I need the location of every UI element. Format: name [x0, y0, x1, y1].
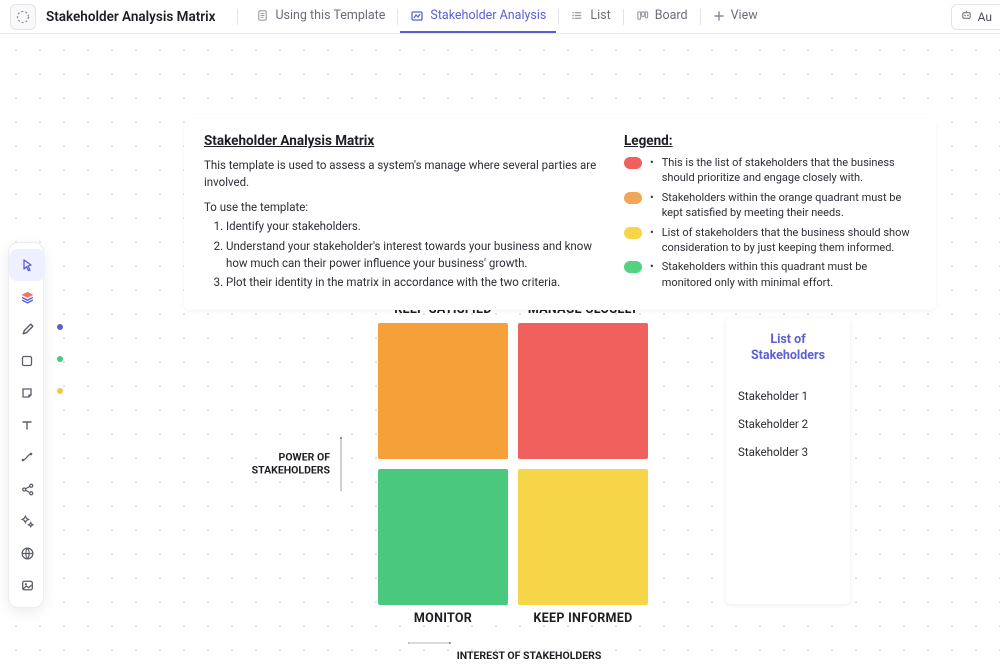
divider: [397, 9, 398, 25]
pen-tool[interactable]: [9, 313, 45, 345]
page-title: Stakeholder Analysis Matrix: [46, 9, 215, 25]
app-menu-icon: [16, 10, 30, 24]
legend-swatch-orange: [624, 192, 642, 204]
stakeholder-item[interactable]: Stakeholder 3: [734, 445, 842, 459]
layers-tool[interactable]: [9, 281, 45, 313]
info-step: Plot their identity in the matrix in acc…: [226, 274, 608, 291]
use-heading: To use the template:: [204, 200, 608, 214]
bullet-icon: •: [650, 260, 654, 273]
legend-row: • List of stakeholders that the business…: [624, 225, 916, 256]
whiteboard-icon: [410, 9, 424, 23]
shape-tool[interactable]: [9, 345, 45, 377]
board-icon: [636, 9, 649, 22]
automation-label: Au: [978, 10, 992, 24]
tab-label: Using this Template: [275, 8, 385, 23]
legend-row: • Stakeholders within this quadrant must…: [624, 259, 916, 290]
legend-title: Legend:: [624, 133, 916, 149]
cursor-tool[interactable]: [9, 249, 45, 281]
legend-swatch-green: [624, 261, 642, 273]
x-axis-label: INTEREST OF STAKEHOLDERS: [378, 650, 680, 663]
matrix-body: POWER OF STAKEHOLDERS: [300, 323, 680, 605]
bullet-icon: •: [650, 191, 654, 204]
robot-icon: [960, 9, 973, 25]
branch-tool[interactable]: [9, 473, 45, 505]
info-card-left: Stakeholder Analysis Matrix This templat…: [204, 133, 624, 294]
pen-color-indicator: [57, 324, 63, 330]
info-card-title: Stakeholder Analysis Matrix: [204, 133, 608, 149]
view-tabs: Using this Template Stakeholder Analysis…: [246, 0, 767, 33]
info-step: Identify your stakeholders.: [226, 218, 608, 235]
legend-text: List of stakeholders that the business s…: [662, 225, 916, 256]
quadrant-keep-satisfied[interactable]: [378, 323, 508, 459]
add-view-button[interactable]: View: [703, 0, 768, 33]
ai-sparkle-tool[interactable]: [9, 505, 45, 537]
quadrant-label-monitor: MONITOR: [378, 611, 508, 626]
legend-row: • This is the list of stakeholders that …: [624, 155, 916, 186]
web-tool[interactable]: [9, 537, 45, 569]
tab-stakeholder-analysis[interactable]: Stakeholder Analysis: [400, 0, 556, 33]
matrix[interactable]: KEEP SATISFIED MANAGE CLOSELY POWER OF S…: [300, 302, 680, 670]
sticky-color-indicator: [57, 388, 63, 394]
divider: [237, 9, 238, 25]
stakeholder-list-title: List of Stakeholders: [734, 332, 842, 365]
legend-text: Stakeholders within the orange quadrant …: [662, 190, 916, 221]
y-axis: POWER OF STAKEHOLDERS: [300, 323, 378, 605]
legend-swatch-yellow: [624, 227, 642, 239]
quadrant-monitor[interactable]: [378, 469, 508, 605]
tab-label: Stakeholder Analysis: [430, 8, 546, 23]
info-card-description: This template is used to assess a system…: [204, 157, 608, 190]
stakeholder-list-card[interactable]: List of Stakeholders Stakeholder 1 Stake…: [726, 318, 850, 604]
info-card[interactable]: Stakeholder Analysis Matrix This templat…: [184, 119, 936, 310]
matrix-grid: [378, 323, 648, 605]
tab-board[interactable]: Board: [626, 0, 698, 33]
x-axis-arrow-icon: [408, 642, 451, 644]
tab-label: List: [590, 8, 610, 23]
stakeholder-item[interactable]: Stakeholder 2: [734, 417, 842, 431]
add-view-label: View: [731, 8, 758, 23]
image-tool[interactable]: [9, 569, 45, 601]
stakeholder-item[interactable]: Stakeholder 1: [734, 389, 842, 403]
connector-tool[interactable]: [9, 441, 45, 473]
tab-using-template[interactable]: Using this Template: [246, 0, 395, 33]
legend-row: • Stakeholders within the orange quadran…: [624, 190, 916, 221]
legend-text: This is the list of stakeholders that th…: [662, 155, 916, 186]
doc-icon: [256, 9, 269, 22]
bullet-icon: •: [650, 226, 654, 239]
divider: [558, 9, 559, 25]
divider: [623, 9, 624, 25]
y-axis-arrow-icon: [340, 323, 342, 605]
info-card-legend: Legend: • This is the list of stakeholde…: [624, 133, 916, 294]
bullet-icon: •: [650, 156, 654, 169]
automation-button[interactable]: Au: [951, 4, 1000, 30]
text-tool[interactable]: [9, 409, 45, 441]
top-right-actions: Au: [951, 0, 1000, 34]
whiteboard-canvas[interactable]: Stakeholder Analysis Matrix This templat…: [0, 34, 1000, 669]
top-bar: Stakeholder Analysis Matrix Using this T…: [0, 0, 1000, 34]
legend-swatch-red: [624, 157, 642, 169]
matrix-bottom-labels: MONITOR KEEP INFORMED: [378, 611, 680, 626]
quadrant-keep-informed[interactable]: [518, 469, 648, 605]
divider: [700, 9, 701, 25]
info-step: Understand your stakeholder's interest t…: [226, 238, 608, 273]
tab-label: Board: [655, 8, 688, 23]
plus-icon: [713, 10, 725, 22]
info-steps-list: Identify your stakeholders. Understand y…: [204, 218, 608, 291]
app-menu-button[interactable]: [10, 4, 36, 30]
shape-color-indicator: [57, 356, 63, 362]
x-axis: INTEREST OF STAKEHOLDERS: [378, 636, 680, 670]
drawing-toolbar: [8, 242, 44, 608]
y-axis-label: POWER OF STAKEHOLDERS: [240, 451, 330, 476]
quadrant-label-keep-informed: KEEP INFORMED: [518, 611, 648, 626]
legend-text: Stakeholders within this quadrant must b…: [662, 259, 916, 290]
sticky-note-tool[interactable]: [9, 377, 45, 409]
quadrant-manage-closely[interactable]: [518, 323, 648, 459]
tab-list[interactable]: List: [561, 0, 620, 33]
list-icon: [571, 9, 584, 22]
